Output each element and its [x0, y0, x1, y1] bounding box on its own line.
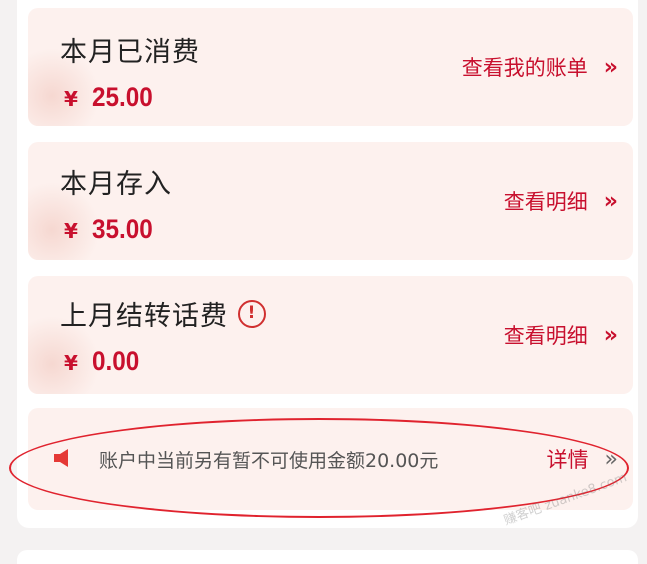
currency-symbol: ¥ — [64, 87, 78, 111]
view-details-label: 查看明细 — [503, 190, 588, 214]
view-bill-label: 查看我的账单 — [461, 56, 588, 80]
view-details-label: 查看明细 — [503, 324, 588, 348]
deposit-amount: ¥ 35.00 — [64, 214, 160, 245]
consumed-title: 本月已消费 — [60, 37, 200, 68]
details-label: 详情 — [546, 448, 589, 472]
carryover-title: 上月结转话费 ! — [60, 294, 266, 333]
speaker-icon — [54, 449, 68, 467]
consumed-amount: ¥ 25.00 — [64, 82, 160, 113]
details-link[interactable]: 详情 » — [546, 444, 619, 474]
view-bill-link[interactable]: 查看我的账单 » — [461, 52, 618, 82]
deposit-card: 本月存入 ¥ 35.00 查看明细 » — [28, 142, 633, 260]
deposit-value: 35.00 — [91, 214, 153, 244]
carryover-value: 0.00 — [91, 346, 140, 376]
notice-text: 账户中当前另有暂不可使用金额20.00元 — [99, 450, 439, 472]
carryover-title-label: 上月结转话费 — [60, 301, 228, 332]
chevron-right-icon: » — [603, 322, 618, 348]
chevron-right-icon: » — [604, 446, 619, 472]
chevron-right-icon: » — [603, 54, 618, 80]
next-section-edge — [17, 550, 638, 564]
currency-symbol: ¥ — [64, 351, 78, 375]
deposit-title: 本月存入 — [60, 169, 172, 200]
view-deposit-details-link[interactable]: 查看明细 » — [503, 186, 618, 216]
view-carryover-details-link[interactable]: 查看明细 » — [503, 320, 618, 350]
currency-symbol: ¥ — [64, 219, 78, 243]
chevron-right-icon: » — [603, 188, 618, 214]
consumed-value: 25.00 — [91, 82, 153, 112]
carryover-card: 上月结转话费 ! ¥ 0.00 查看明细 » — [28, 276, 633, 394]
carryover-amount: ¥ 0.00 — [64, 346, 144, 377]
consumed-card: 本月已消费 ¥ 25.00 查看我的账单 » — [28, 8, 633, 126]
info-icon[interactable]: ! — [238, 299, 266, 328]
